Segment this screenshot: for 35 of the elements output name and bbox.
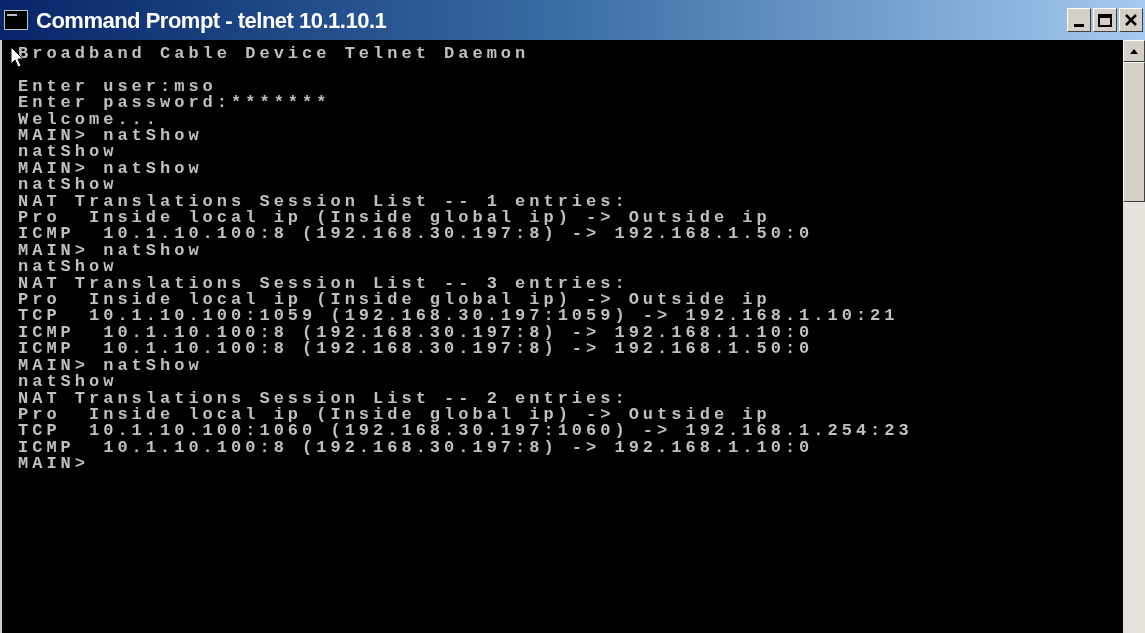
console-line: ICMP 10.1.10.100:8 (192.168.30.197:8) -> 192.168.1.10:0 (18, 439, 814, 457)
console-line: Pro Inside local ip (Inside global ip) -> Outside ip (18, 292, 771, 309)
console-line: Broadband Cable Device Telnet Daemon (18, 46, 531, 63)
console-line: Pro Inside local ip (Inside global ip) -> Outside ip (18, 406, 771, 424)
close-icon (1125, 14, 1137, 26)
console-line: Pro Inside local ip (Inside global ip) -> Outside ip (18, 210, 771, 227)
scroll-thumb[interactable] (1123, 62, 1145, 202)
close-button[interactable] (1119, 8, 1143, 32)
console-line: MAIN> natShow (18, 357, 203, 375)
console-line: NAT Translations Session List -- 2 entries: (18, 390, 629, 407)
console-line: NAT Translations Session List -- 1 entries: (18, 193, 629, 211)
console-line: ICMP 10.1.10.100:8 (192.168.30.197:8) -> 192.168.1.50:0 (18, 341, 814, 358)
window-title: Command Prompt - telnet 10.1.10.1 (36, 6, 387, 35)
console-line: Enter password:******* (18, 95, 331, 112)
console-line: MAIN> natShow (18, 160, 203, 178)
console-line: Welcome... (18, 111, 161, 128)
console-line: MAIN> natShow (18, 128, 203, 145)
scroll-up-button[interactable] (1123, 40, 1145, 62)
maximize-icon (1098, 13, 1112, 27)
console-line: natShow (18, 144, 118, 161)
console-line: TCP 10.1.10.100:1059 (192.168.30.197:1059) -> 192.168.1.10:21 (18, 308, 899, 325)
console-line: MAIN> natShow (18, 242, 203, 260)
console-line: natShow (18, 374, 118, 391)
console-line: Enter user:mso (18, 78, 217, 96)
console-line: NAT Translations Session List -- 3 entries: (18, 275, 629, 293)
up-arrow-icon (1130, 48, 1138, 54)
console-icon (4, 10, 28, 30)
minimize-button[interactable] (1067, 8, 1091, 32)
console-line: natShow (18, 177, 118, 194)
console-line: MAIN> (18, 456, 89, 473)
console-line: natShow (18, 259, 118, 276)
console-line: TCP 10.1.10.100:1060 (192.168.30.197:1060) -> 192.168.1.254:23 (18, 423, 913, 440)
minimize-icon (1074, 24, 1084, 27)
console-line: ICMP 10.1.10.100:8 (192.168.30.197:8) -> 192.168.1.50:0 (18, 226, 814, 243)
maximize-button[interactable] (1093, 8, 1117, 32)
